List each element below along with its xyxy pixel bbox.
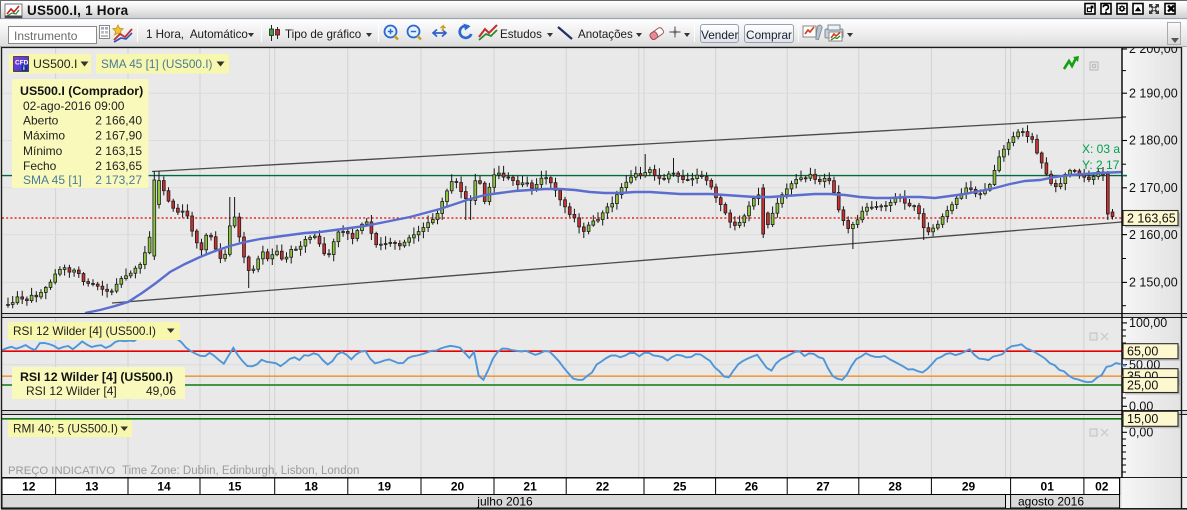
svg-text:25,00: 25,00: [1127, 378, 1158, 392]
svg-text:27: 27: [816, 480, 830, 494]
svg-text:SMA 45 [1] (US500.I): SMA 45 [1] (US500.I): [101, 57, 213, 71]
svg-text:Fecho: Fecho: [23, 159, 57, 173]
svg-text:Time Zone: Dublin, Edinburgh,: Time Zone: Dublin, Edinburgh, Lisbon, Lo…: [122, 465, 359, 477]
svg-text:Máximo: Máximo: [23, 129, 65, 143]
svg-text:agosto 2016: agosto 2016: [1018, 495, 1084, 509]
svg-text:25: 25: [673, 480, 687, 494]
svg-text:29: 29: [962, 480, 976, 494]
svg-text:Y: 2 17: Y: 2 17: [1082, 158, 1120, 172]
svg-text:i: i: [23, 65, 25, 72]
svg-text:2 163,65: 2 163,65: [95, 159, 142, 173]
svg-text:13: 13: [85, 480, 99, 494]
svg-text:2 150,00: 2 150,00: [1129, 276, 1178, 290]
svg-text:X: 03 a: X: 03 a: [1082, 142, 1120, 156]
svg-text:21: 21: [523, 480, 537, 494]
svg-text:RSI 12 Wilder [4] (US500.I): RSI 12 Wilder [4] (US500.I): [20, 370, 173, 384]
svg-text:20: 20: [451, 480, 465, 494]
svg-text:2 170,00: 2 170,00: [1129, 181, 1178, 195]
svg-text:12: 12: [22, 480, 36, 494]
svg-text:100,00: 100,00: [1129, 316, 1167, 330]
svg-text:2 163,15: 2 163,15: [95, 144, 142, 158]
svg-text:02-ago-2016 09:00: 02-ago-2016 09:00: [23, 99, 125, 113]
svg-text:2 167,90: 2 167,90: [95, 129, 142, 143]
svg-text:22: 22: [596, 480, 610, 494]
svg-text:15,00: 15,00: [1127, 412, 1158, 426]
svg-text:RSI 12 Wilder [4]: RSI 12 Wilder [4]: [26, 384, 117, 398]
svg-text:2 180,00: 2 180,00: [1129, 134, 1178, 148]
svg-text:02: 02: [1095, 480, 1109, 494]
svg-text:65,00: 65,00: [1127, 345, 1158, 359]
svg-text:14: 14: [157, 480, 171, 494]
svg-text:26: 26: [745, 480, 759, 494]
svg-text:2 166,40: 2 166,40: [95, 114, 142, 128]
svg-text:PREÇO INDICATIVO: PREÇO INDICATIVO: [8, 465, 115, 477]
svg-text:2 190,00: 2 190,00: [1129, 86, 1178, 100]
svg-text:2 160,00: 2 160,00: [1129, 228, 1178, 242]
svg-text:49,06: 49,06: [146, 384, 176, 398]
svg-text:2 163,65: 2 163,65: [1127, 211, 1176, 225]
svg-text:Aberto: Aberto: [23, 114, 59, 128]
svg-text:15: 15: [228, 480, 242, 494]
svg-text:US500.I: US500.I: [33, 57, 77, 71]
svg-text:18: 18: [305, 480, 319, 494]
svg-text:RMI 40; 5 (US500.I): RMI 40; 5 (US500.I): [13, 422, 118, 436]
svg-text:2 173,27: 2 173,27: [95, 173, 142, 187]
svg-text:RSI 12 Wilder [4] (US500.I): RSI 12 Wilder [4] (US500.I): [13, 324, 156, 338]
svg-text:US500.I (Comprador): US500.I (Comprador): [20, 84, 143, 98]
svg-text:28: 28: [888, 480, 902, 494]
svg-text:19: 19: [378, 480, 392, 494]
svg-text:julho 2016: julho 2016: [476, 495, 533, 509]
svg-text:2 200,00: 2 200,00: [1129, 47, 1178, 56]
svg-text:01: 01: [1041, 480, 1055, 494]
svg-text:Mínimo: Mínimo: [23, 144, 63, 158]
svg-text:SMA 45 [1]: SMA 45 [1]: [23, 173, 82, 187]
